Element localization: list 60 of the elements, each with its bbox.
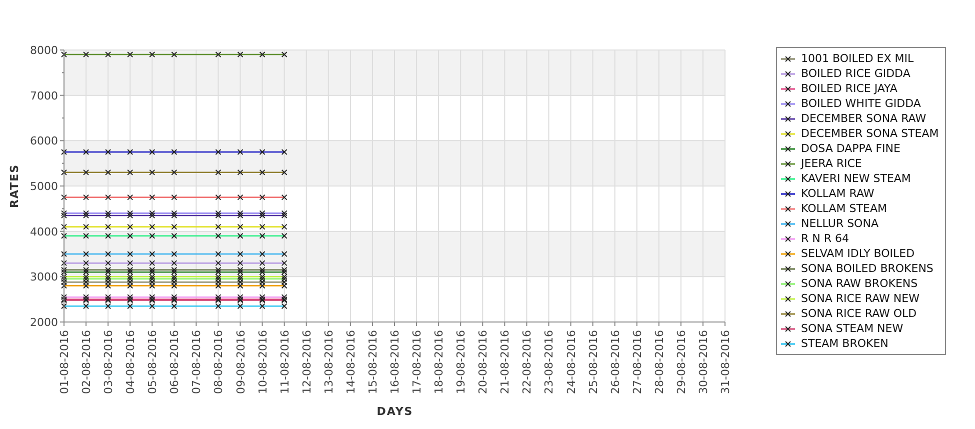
legend-label: SONA RICE RAW OLD (801, 307, 917, 320)
legend-label: NELLUR SONA (801, 217, 878, 230)
x-tick-label: 19-08-2016 (454, 330, 468, 394)
x-tick-label: 03-08-2016 (102, 330, 116, 394)
legend-label: 1001 BOILED EX MIL (801, 52, 914, 65)
legend-label: KAVERI NEW STEAM (801, 172, 911, 185)
x-tick-label: 13-08-2016 (322, 330, 336, 394)
x-tick-label: 29-08-2016 (674, 330, 688, 394)
x-tick-label: 04-08-2016 (124, 330, 138, 394)
x-tick-label: 30-08-2016 (696, 330, 710, 394)
x-tick-label: 18-08-2016 (432, 330, 446, 394)
legend-label: BOILED RICE GIDDA (801, 67, 910, 80)
y-tick-label: 5000 (30, 180, 58, 193)
x-tick-label: 20-08-2016 (476, 330, 490, 394)
x-tick-label: 17-08-2016 (410, 330, 424, 394)
legend-label: JEERA RICE (801, 157, 862, 170)
legend-label: BOILED WHITE GIDDA (801, 97, 921, 110)
x-tick-label: 01-08-2016 (58, 330, 71, 394)
legend-label: BOILED RICE JAYA (801, 82, 898, 95)
x-axis-title: DAYS (376, 405, 414, 418)
legend-label: DOSA DAPPA FINE (801, 142, 900, 155)
y-tick-label: 6000 (30, 134, 58, 148)
x-tick-label: 07-08-2016 (190, 330, 204, 394)
x-tick-label: 14-08-2016 (344, 330, 358, 394)
x-tick-label: 11-08-2016 (278, 330, 292, 394)
x-tick-label: 28-08-2016 (652, 330, 666, 394)
y-axis-title: RATES (8, 164, 21, 208)
x-tick-label: 27-08-2016 (630, 330, 644, 394)
x-tick-label: 02-08-2016 (80, 330, 94, 394)
legend-label: SONA RAW BROKENS (801, 277, 918, 290)
x-tick-label: 23-08-2016 (542, 330, 556, 394)
legend-label: DECEMBER SONA RAW (801, 112, 926, 125)
x-tick-label: 05-08-2016 (146, 330, 160, 394)
y-tick-label: 3000 (30, 270, 58, 284)
x-tick-label: 15-08-2016 (366, 330, 380, 394)
legend-label: R N R 64 (801, 232, 850, 245)
x-tick-label: 31-08-2016 (719, 330, 732, 394)
x-tick-label: 09-08-2016 (234, 330, 248, 394)
legend-label: STEAM BROKEN (801, 337, 888, 350)
x-tick-label: 25-08-2016 (586, 330, 600, 394)
x-tick-label: 12-08-2016 (300, 330, 314, 394)
x-tick-label: 06-08-2016 (168, 330, 182, 394)
x-tick-label: 16-08-2016 (388, 330, 402, 394)
y-tick-label: 2000 (30, 316, 58, 329)
x-tick-label: 08-08-2016 (212, 330, 226, 394)
legend-label: SELVAM IDLY BOILED (801, 247, 915, 260)
y-tick-label: 8000 (30, 44, 58, 57)
legend-label: KOLLAM STEAM (801, 202, 887, 215)
legend-label: KOLLAM RAW (801, 187, 874, 200)
y-tick-label: 4000 (30, 225, 58, 238)
x-tick-label: 26-08-2016 (608, 330, 622, 394)
legend-label: SONA BOILED BROKENS (801, 262, 934, 275)
legend-label: DECEMBER SONA STEAM (801, 127, 939, 140)
legend-label: SONA STEAM NEW (801, 322, 904, 335)
x-tick-label: 22-08-2016 (520, 330, 534, 394)
x-tick-label: 24-08-2016 (564, 330, 578, 394)
legend-label: SONA RICE RAW NEW (801, 292, 920, 305)
y-tick-label: 7000 (30, 89, 58, 102)
x-tick-label: 10-08-2016 (256, 330, 270, 394)
x-tick-label: 21-08-2016 (498, 330, 512, 394)
